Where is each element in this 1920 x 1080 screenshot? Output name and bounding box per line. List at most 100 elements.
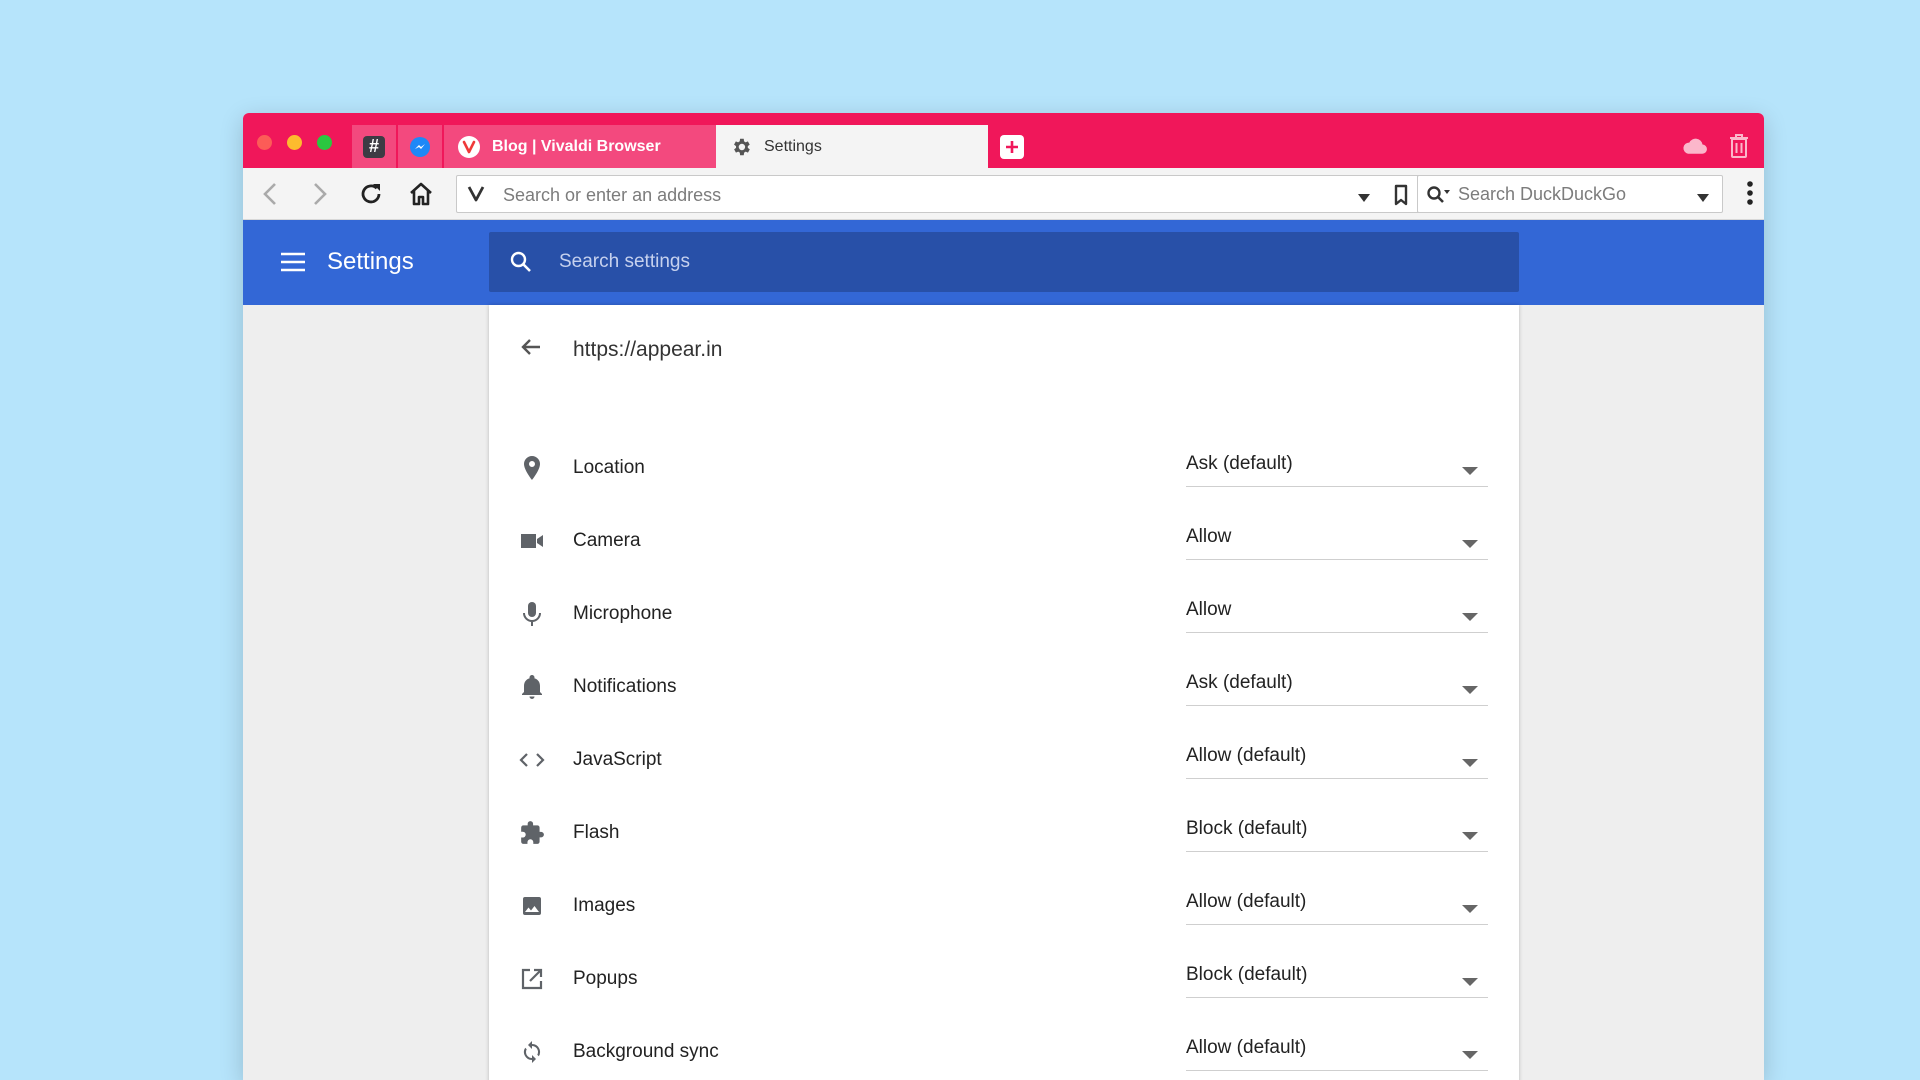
chevron-left-icon	[263, 183, 276, 205]
gear-icon	[730, 136, 752, 158]
permission-select-notifications[interactable]: Ask (default)	[1186, 670, 1488, 706]
permission-value: Allow (default)	[1186, 745, 1307, 766]
permission-select-flash[interactable]: Block (default)	[1186, 816, 1488, 852]
chevron-down-icon	[1462, 609, 1478, 627]
tab-label: Settings	[764, 137, 822, 155]
home-icon	[410, 182, 432, 206]
chevron-right-icon	[314, 183, 327, 205]
permission-label: Images	[573, 895, 636, 916]
permission-value: Allow (default)	[1186, 1037, 1307, 1058]
settings-search-input[interactable]: Search settings	[489, 232, 1519, 292]
search-engine-dropdown-icon[interactable]	[1696, 190, 1710, 208]
search-placeholder: Search DuckDuckGo	[1458, 184, 1627, 204]
permission-row-popups: Popups Block (default)	[489, 964, 1519, 1026]
pinned-tab-slack[interactable]: #	[352, 125, 396, 168]
web-search-input[interactable]: Search DuckDuckGo	[1417, 175, 1723, 213]
settings-search-placeholder: Search settings	[559, 251, 690, 272]
permission-row-background-sync: Background sync Allow (default)	[489, 1037, 1519, 1080]
permission-value: Ask (default)	[1186, 672, 1293, 693]
chevron-down-icon	[1462, 828, 1478, 846]
cloud-sync-icon[interactable]	[1682, 137, 1708, 160]
home-button[interactable]	[407, 180, 435, 208]
minimize-window-button[interactable]	[287, 135, 302, 150]
reload-button[interactable]	[357, 180, 385, 208]
address-input[interactable]: Search or enter an address	[456, 175, 1424, 213]
permission-label: Location	[573, 457, 645, 478]
tab-bar: # Blog | Vivaldi Browser Settings	[243, 113, 1764, 168]
permission-label: Flash	[573, 822, 620, 843]
permission-value: Allow	[1186, 526, 1232, 547]
permission-select-location[interactable]: Ask (default)	[1186, 451, 1488, 487]
permission-select-javascript[interactable]: Allow (default)	[1186, 743, 1488, 779]
close-window-button[interactable]	[257, 135, 272, 150]
permission-row-images: Images Allow (default)	[489, 891, 1519, 953]
trash-icon[interactable]	[1728, 133, 1750, 164]
permission-value: Block (default)	[1186, 964, 1308, 985]
browser-window: # Blog | Vivaldi Browser Settings Search…	[243, 113, 1764, 1080]
permission-label: JavaScript	[573, 749, 662, 770]
permission-select-camera[interactable]: Allow	[1186, 524, 1488, 560]
permission-row-javascript: JavaScript Allow (default)	[489, 745, 1519, 807]
permission-row-microphone: Microphone Allow	[489, 599, 1519, 661]
forward-button[interactable]	[307, 180, 333, 208]
slack-icon: #	[363, 135, 385, 158]
chevron-down-icon	[1462, 755, 1478, 773]
address-placeholder: Search or enter an address	[503, 185, 722, 205]
history-dropdown-icon[interactable]	[1357, 190, 1371, 208]
permission-row-notifications: Notifications Ask (default)	[489, 672, 1519, 734]
chevron-down-icon	[1462, 974, 1478, 992]
permission-label: Camera	[573, 530, 641, 551]
vivaldi-icon	[458, 135, 480, 158]
permission-value: Allow	[1186, 599, 1232, 620]
permission-value: Block (default)	[1186, 818, 1308, 839]
bell-icon	[519, 674, 545, 700]
permission-row-location: Location Ask (default)	[489, 453, 1519, 515]
search-icon	[509, 250, 533, 279]
permission-label: Background sync	[573, 1041, 719, 1062]
image-icon	[519, 893, 545, 919]
site-settings-card: https://appear.in Location Ask (default)…	[489, 305, 1519, 1080]
permission-label: Popups	[573, 968, 638, 989]
pinned-tab-messenger[interactable]	[398, 125, 442, 168]
permission-select-microphone[interactable]: Allow	[1186, 597, 1488, 633]
site-url: https://appear.in	[573, 338, 723, 361]
puzzle-icon	[519, 820, 545, 846]
permission-value: Ask (default)	[1186, 453, 1293, 474]
code-icon	[519, 747, 545, 773]
maximize-window-button[interactable]	[317, 135, 332, 150]
permission-value: Allow (default)	[1186, 891, 1307, 912]
window-controls	[257, 135, 332, 150]
back-button[interactable]	[257, 180, 283, 208]
camera-icon	[519, 528, 545, 554]
hamburger-menu-icon[interactable]	[281, 252, 305, 277]
bookmark-icon[interactable]	[1393, 184, 1409, 211]
new-tab-button[interactable]	[1000, 135, 1024, 159]
settings-header: Settings Search settings	[243, 220, 1764, 305]
search-engine-icon[interactable]	[1426, 185, 1452, 210]
back-arrow-icon[interactable]	[519, 335, 543, 364]
tab-settings[interactable]: Settings	[716, 125, 988, 168]
permission-select-background-sync[interactable]: Allow (default)	[1186, 1035, 1488, 1071]
permission-select-images[interactable]: Allow (default)	[1186, 889, 1488, 925]
open-external-icon	[519, 966, 545, 992]
permission-label: Microphone	[573, 603, 673, 624]
microphone-icon	[519, 601, 545, 627]
vivaldi-menu-icon[interactable]	[467, 185, 485, 208]
permission-label: Notifications	[573, 676, 677, 697]
permission-select-popups[interactable]: Block (default)	[1186, 962, 1488, 998]
chevron-down-icon	[1462, 682, 1478, 700]
more-menu-icon[interactable]	[1746, 180, 1754, 211]
page-title: Settings	[327, 248, 414, 275]
location-pin-icon	[519, 455, 545, 481]
messenger-icon	[410, 136, 430, 157]
reload-icon	[361, 184, 381, 204]
tab-blog[interactable]: Blog | Vivaldi Browser	[444, 125, 716, 168]
chevron-down-icon	[1462, 536, 1478, 554]
chevron-down-icon	[1462, 1047, 1478, 1065]
tab-label: Blog | Vivaldi Browser	[492, 137, 661, 155]
permission-row-flash: Flash Block (default)	[489, 818, 1519, 880]
address-toolbar: Search or enter an address Search DuckDu…	[243, 168, 1764, 220]
chevron-down-icon	[1462, 901, 1478, 919]
permission-row-camera: Camera Allow	[489, 526, 1519, 588]
chevron-down-icon	[1462, 463, 1478, 481]
